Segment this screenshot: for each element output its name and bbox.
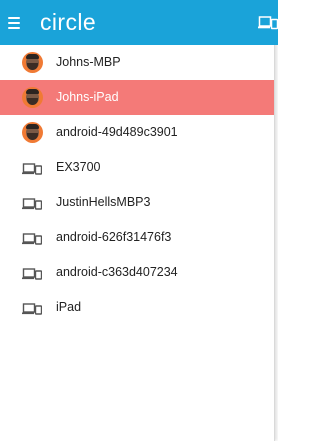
user-avatar-icon [22,122,43,143]
device-item-label: EX3700 [56,160,101,174]
device-item-android-49d489c3901[interactable]: android-49d489c3901 [0,115,274,150]
laptop-phone-icon [22,163,42,175]
device-item-label: android-626f31476f3 [56,230,172,244]
device-item-label: android-c363d407234 [56,265,178,279]
app-header: circle [0,0,278,45]
device-item-justinhellsmbp3[interactable]: JustinHellsMBP3 [0,185,274,220]
device-item-ex3700[interactable]: EX3700 [0,150,274,185]
laptop-phone-icon [22,303,42,315]
user-avatar-icon [22,87,43,108]
device-item-android-626f31476f3[interactable]: android-626f31476f3 [0,220,274,255]
device-item-android-c363d407234[interactable]: android-c363d407234 [0,255,274,290]
device-item-label: JustinHellsMBP3 [56,195,151,209]
app-window: Johns-MBP Johns-iPad android-49d489c3901 [0,0,278,441]
hamburger-menu-icon[interactable] [8,14,24,30]
device-item-label: Johns-MBP [56,55,121,69]
laptop-phone-icon [22,233,42,245]
laptop-phone-icon[interactable] [258,16,278,30]
laptop-phone-icon [22,268,42,280]
device-item-label: android-49d489c3901 [56,125,178,139]
device-item-label: Johns-iPad [56,90,119,104]
device-item-label: iPad [56,300,82,314]
device-item-ipad[interactable]: iPad [0,290,274,325]
device-item-johns-ipad[interactable]: Johns-iPad [0,80,274,115]
app-title: circle [40,9,97,35]
device-list-panel: Johns-MBP Johns-iPad android-49d489c3901 [0,0,275,441]
device-list: Johns-MBP Johns-iPad android-49d489c3901 [0,45,274,325]
device-item-johns-mbp[interactable]: Johns-MBP [0,45,274,80]
user-avatar-icon [22,52,43,73]
laptop-phone-icon [22,198,42,210]
